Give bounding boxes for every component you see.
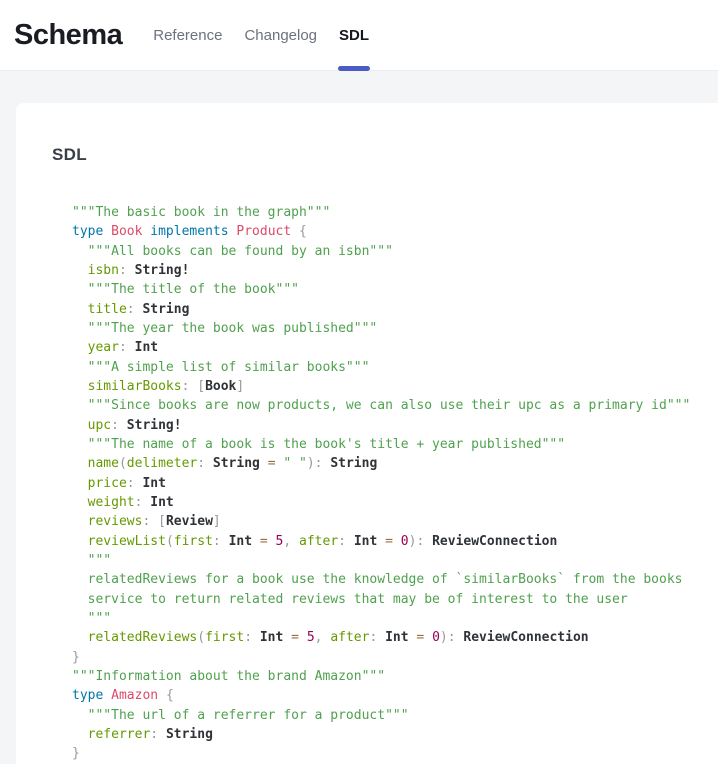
code-line: """ — [72, 609, 718, 628]
content-card: SDL """The basic book in the graph"""typ… — [16, 103, 718, 764]
code-line: reviews: [Review] — [72, 512, 718, 531]
code-line: """The title of the book""" — [72, 280, 718, 299]
tab-reference-label: Reference — [153, 27, 222, 44]
code-line: type Book implements Product { — [72, 222, 718, 241]
code-line: } — [72, 648, 718, 667]
tab-bar: Reference Changelog SDL — [142, 0, 380, 70]
code-line: """All books can be found by an isbn""" — [72, 242, 718, 261]
code-line: """Information about the brand Amazon""" — [72, 667, 718, 686]
code-line: service to return related reviews that m… — [72, 590, 718, 609]
code-line: type Amazon { — [72, 686, 718, 705]
code-line: """A simple list of similar books""" — [72, 358, 718, 377]
code-line: similarBooks: [Book] — [72, 377, 718, 396]
code-line: weight: Int — [72, 493, 718, 512]
code-line: """Since books are now products, we can … — [72, 396, 718, 415]
tab-reference[interactable]: Reference — [142, 0, 233, 70]
code-line: upc: String! — [72, 416, 718, 435]
code-line: price: Int — [72, 474, 718, 493]
code-line: } — [72, 744, 718, 763]
sdl-heading: SDL — [16, 145, 718, 165]
tab-sdl-label: SDL — [339, 27, 369, 44]
code-line: """The year the book was published""" — [72, 319, 718, 338]
sdl-code-block: """The basic book in the graph"""type Bo… — [16, 203, 718, 764]
tab-sdl[interactable]: SDL — [328, 0, 380, 70]
code-line: title: String — [72, 300, 718, 319]
code-line: relatedReviews(first: Int = 5, after: In… — [72, 628, 718, 647]
code-line: year: Int — [72, 338, 718, 357]
code-line: isbn: String! — [72, 261, 718, 280]
code-line: referrer: String — [72, 725, 718, 744]
page-title: Schema — [14, 19, 122, 52]
code-line: """ — [72, 551, 718, 570]
page-header: Schema Reference Changelog SDL — [0, 0, 718, 71]
tab-changelog-label: Changelog — [244, 27, 317, 44]
code-line: reviewList(first: Int = 5, after: Int = … — [72, 532, 718, 551]
code-line: name(delimeter: String = " "): String — [72, 454, 718, 473]
code-line: """The url of a referrer for a product""… — [72, 706, 718, 725]
code-line: """The basic book in the graph""" — [72, 203, 718, 222]
active-tab-indicator — [338, 66, 370, 71]
code-line: """The name of a book is the book's titl… — [72, 435, 718, 454]
tab-changelog[interactable]: Changelog — [233, 0, 328, 70]
code-line: relatedReviews for a book use the knowle… — [72, 570, 718, 589]
